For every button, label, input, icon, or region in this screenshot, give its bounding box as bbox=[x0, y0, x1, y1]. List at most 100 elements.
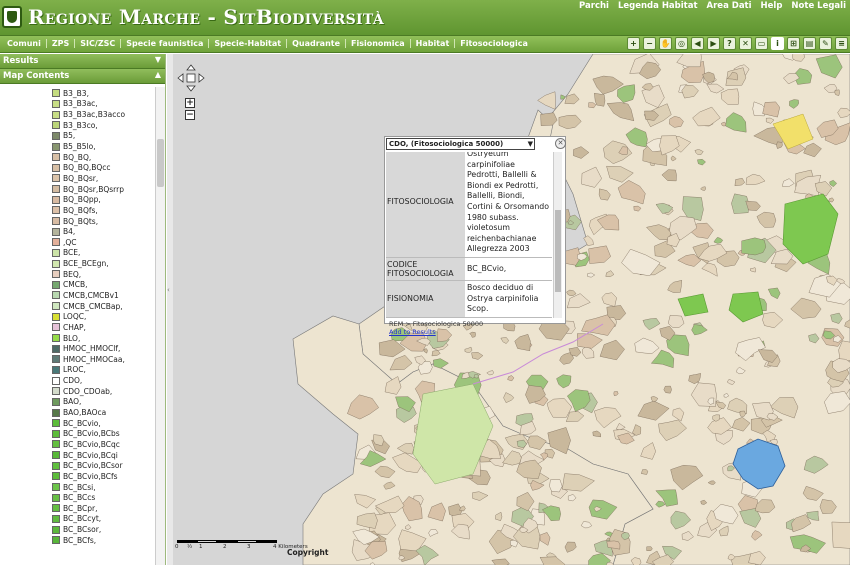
legend-label: BC_BCvio,BCsor bbox=[63, 461, 123, 471]
map-polygon bbox=[731, 193, 750, 214]
layer-select[interactable]: CDO, (Fitosociologica 50000) ▼ bbox=[386, 138, 535, 150]
menu-fisionomica[interactable]: Fisionomica bbox=[346, 39, 411, 48]
clear-icon[interactable]: ✕ bbox=[739, 37, 752, 50]
legend-item: BCE_BCEgn, bbox=[52, 258, 125, 269]
legend-item: BAO,BAOca bbox=[52, 407, 125, 418]
chevron-down-icon[interactable]: ▼ bbox=[155, 55, 161, 64]
legend-label: CDO_CDOab, bbox=[63, 386, 113, 396]
legend-swatch bbox=[52, 334, 60, 343]
link-parchi[interactable]: Parchi bbox=[579, 1, 609, 11]
results-header[interactable]: Results ▼ bbox=[0, 54, 165, 69]
legend-item: BLO, bbox=[52, 333, 125, 344]
legend-swatch bbox=[52, 461, 60, 470]
legend-item: BC_BCvio,BCqc bbox=[52, 439, 125, 450]
map-view[interactable]: + − CDO, (Fitosociologica 50000) ▼ ✕ FIT… bbox=[173, 54, 850, 565]
legend-label: BAO,BAOca bbox=[63, 408, 107, 418]
identify-icon[interactable]: i bbox=[771, 37, 784, 50]
legend-item: B3_B3co, bbox=[52, 120, 125, 131]
back-arrow-icon[interactable]: ◀ bbox=[691, 37, 704, 50]
legend-label: B3_B3ac,B3acco bbox=[63, 110, 126, 120]
legend-label: BC_BCcyt, bbox=[63, 514, 102, 524]
zoom-in-icon[interactable]: + bbox=[627, 37, 640, 50]
legend-swatch bbox=[52, 217, 60, 225]
regione-logo-icon bbox=[2, 6, 22, 28]
legend-label: B5, bbox=[63, 131, 76, 141]
link-legenda-habitat[interactable]: Legenda Habitat bbox=[618, 1, 698, 11]
legend-swatch bbox=[52, 153, 60, 162]
chevron-down-icon[interactable]: ▼ bbox=[528, 139, 533, 149]
menu-bar: Comuni ZPS SIC/ZSC Specie faunistica Spe… bbox=[0, 36, 850, 53]
legend-swatch bbox=[52, 291, 60, 300]
query-icon[interactable]: ? bbox=[723, 37, 736, 50]
legend-label: BCE, bbox=[63, 248, 81, 258]
map-polygon bbox=[831, 521, 850, 549]
pan-arrows-icon[interactable] bbox=[177, 64, 205, 92]
popup-scrollbar[interactable] bbox=[553, 152, 562, 318]
legend-swatch bbox=[52, 110, 60, 119]
close-icon[interactable]: ✕ bbox=[555, 138, 566, 149]
legend-label: BC_BCvio,BCqc bbox=[63, 439, 120, 449]
map-polygon bbox=[473, 374, 479, 379]
link-area-dati[interactable]: Area Dati bbox=[707, 1, 752, 11]
zoom-out-icon[interactable]: − bbox=[643, 37, 656, 50]
menu-fitosociologica[interactable]: Fitosociologica bbox=[455, 39, 533, 48]
edit-icon[interactable]: ✎ bbox=[819, 37, 832, 50]
legend-swatch bbox=[52, 121, 60, 130]
legend-item: BC_BCcs bbox=[52, 492, 125, 503]
menu-comuni[interactable]: Comuni bbox=[2, 39, 47, 48]
legend-item: B3_B3, bbox=[52, 88, 125, 99]
scale-tick: 1 bbox=[199, 544, 203, 550]
pan-control[interactable] bbox=[177, 64, 205, 92]
app-header: Regione Marche - SitBiodiversità Parchi … bbox=[0, 0, 850, 36]
legend-swatch bbox=[52, 536, 60, 545]
add-to-results-link[interactable]: Add to Results bbox=[389, 328, 483, 336]
legend-item: B5_B5lo, bbox=[52, 141, 125, 152]
legend-swatch bbox=[52, 323, 60, 332]
scale-tick: 3 bbox=[247, 544, 251, 550]
legend-item: BC_BCvio,BCbs bbox=[52, 429, 125, 440]
menu-zps[interactable]: ZPS bbox=[47, 39, 76, 48]
menu-specie-habitat[interactable]: Specie-Habitat bbox=[209, 39, 288, 48]
legend-item: BQ_BQpp, bbox=[52, 194, 125, 205]
menu-quadrante[interactable]: Quadrante bbox=[287, 39, 347, 48]
select-icon[interactable]: ▭ bbox=[755, 37, 768, 50]
map-zoom-out-button[interactable]: − bbox=[185, 110, 195, 120]
legend-item: B5, bbox=[52, 131, 125, 142]
legend-label: BC_BCfs, bbox=[63, 535, 97, 545]
layers-icon[interactable]: ≡ bbox=[835, 37, 848, 50]
link-help[interactable]: Help bbox=[761, 1, 783, 11]
legend-swatch bbox=[52, 206, 60, 215]
popup-scroll-thumb[interactable] bbox=[555, 210, 561, 292]
legend-label: BEQ, bbox=[63, 269, 82, 279]
zoom-full-icon[interactable]: ◎ bbox=[675, 37, 688, 50]
popup-body: FITOSOCIOLOGIA Ostryetum carpinifoliae P… bbox=[386, 152, 562, 318]
forward-arrow-icon[interactable]: ▶ bbox=[707, 37, 720, 50]
menu-sic-zsc[interactable]: SIC/ZSC bbox=[75, 39, 122, 48]
map-contents-header[interactable]: Map Contents ▲ bbox=[0, 69, 165, 84]
legend-scroll-thumb[interactable] bbox=[157, 139, 164, 187]
menu-specie-faunistica[interactable]: Specie faunistica bbox=[121, 39, 210, 48]
map-zoom-in-button[interactable]: + bbox=[185, 98, 195, 108]
legend-item: BC_BCvio,BCqi bbox=[52, 450, 125, 461]
print-icon[interactable]: ▤ bbox=[803, 37, 816, 50]
chevron-up-icon[interactable]: ▲ bbox=[155, 70, 161, 79]
legend-label: B3_B3, bbox=[63, 88, 89, 98]
legend-item: BQ_BQsr, bbox=[52, 173, 125, 184]
legend-swatch bbox=[52, 419, 60, 428]
legend-label: BQ_BQ, bbox=[63, 152, 92, 162]
legend-label: BC_BCsor, bbox=[63, 525, 102, 535]
legend-swatch bbox=[52, 408, 60, 417]
legend-scrollbar[interactable] bbox=[155, 87, 165, 565]
pan-hand-icon[interactable]: ✋ bbox=[659, 37, 672, 50]
measure-icon[interactable]: ⊞ bbox=[787, 37, 800, 50]
legend-label: LROC, bbox=[63, 365, 86, 375]
legend-item: BEQ, bbox=[52, 269, 125, 280]
link-note-legali[interactable]: Note Legali bbox=[791, 1, 846, 11]
legend-label: CDO, bbox=[63, 376, 83, 386]
menu-habitat[interactable]: Habitat bbox=[411, 39, 456, 48]
map-polygon bbox=[549, 479, 563, 493]
top-links: Parchi Legenda Habitat Area Dati Help No… bbox=[579, 1, 846, 11]
legend-swatch bbox=[52, 174, 60, 183]
legend-item: BC_BCvio,BCfs bbox=[52, 471, 125, 482]
legend-label: BC_BCpr, bbox=[63, 503, 98, 513]
